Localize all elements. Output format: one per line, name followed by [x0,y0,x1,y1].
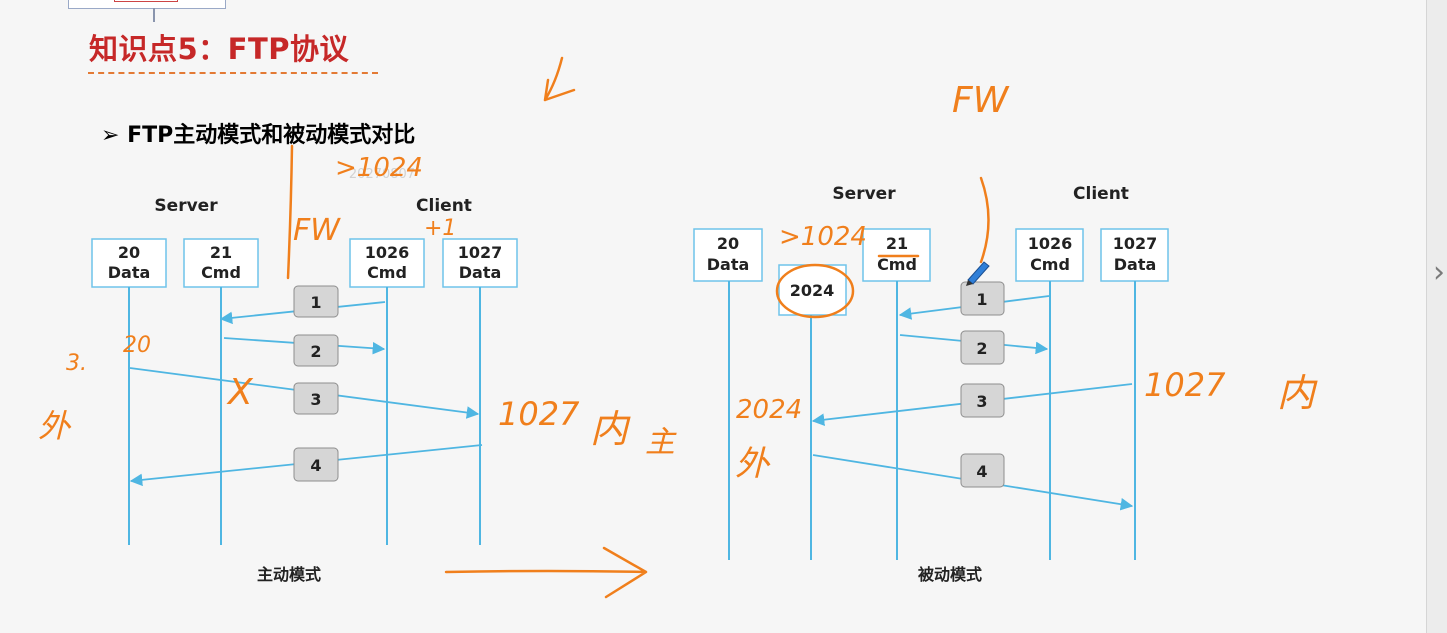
ink-gt1024-b: >1024 [779,222,867,252]
active-port-1027-role: Data [459,263,502,282]
active-step-2: 2 [310,342,321,361]
active-step-4: 4 [310,456,321,475]
passive-step-1: 1 [976,290,987,309]
passive-step-4: 4 [976,462,987,481]
active-port-1026-num: 1026 [365,243,410,262]
ink-vertical-line-left [286,144,294,280]
ink-arrow-top [543,56,576,102]
active-port-20-role: Data [108,263,151,282]
active-mode-caption: 主动模式 [257,565,321,584]
passive-port-21-role: Cmd [877,255,917,274]
handwritten-annotations [286,56,990,599]
active-port-1027-num: 1027 [458,243,503,262]
passive-port-20-role: Data [707,255,750,274]
passive-step-2: 2 [976,339,987,358]
passive-step-3: 3 [976,392,987,411]
active-port-1026-role: Cmd [367,263,407,282]
active-server-label: Server [154,196,218,216]
active-port-20-num: 20 [118,243,140,262]
ink-gt1024-a: >1024 [335,153,423,183]
ink-2024: 2024 [736,395,802,425]
ink-3: 3. [66,351,87,376]
ink-20: 20 [123,333,151,358]
ink-arrow-bottom [444,546,648,599]
passive-client-label: Client [1073,184,1129,204]
ink-1027-a: 1027 [498,395,580,433]
passive-server-label: Server [832,184,896,204]
passive-port-1027-num: 1027 [1113,234,1158,253]
passive-mode-diagram: Server Client 20 Data 2024 21 Cmd 1026 C… [693,184,1169,584]
ink-wai-mid: 外 [735,444,771,484]
right-side-panel-edge[interactable] [1426,0,1447,633]
passive-mode-caption: 被动模式 [918,565,982,584]
passive-port-1027-role: Data [1114,255,1157,274]
ink-x-mark: X [226,372,254,413]
active-step-3: 3 [310,390,321,409]
active-port-21-num: 21 [210,243,232,262]
active-port-21-role: Cmd [201,263,241,282]
ink-fw-left: FW [293,213,341,248]
ink-nei-b: 内 [1277,371,1318,415]
passive-port-1026-num: 1026 [1028,234,1073,253]
active-client-label: Client [416,196,472,216]
passive-port-1026-role: Cmd [1030,255,1070,274]
passive-port-21-num: 21 [886,234,908,253]
ink-vertical-line-right [979,176,990,264]
ink-zhu: 主 [645,425,677,460]
active-step-1: 1 [310,293,321,312]
ink-fw-top: FW [952,80,1010,121]
ftp-diagram-canvas: Server Client 20270807 20 Data 21 Cmd 10… [38,56,1318,599]
ink-nei-a: 内 [590,407,631,451]
ink-wai-left: 外 [38,407,72,445]
ink-plus1: +1 [424,216,456,241]
chevron-right-icon[interactable]: › [1433,258,1445,288]
passive-port-2024-num: 2024 [790,281,835,300]
ink-1027-b: 1027 [1144,366,1226,404]
passive-port-20-num: 20 [717,234,739,253]
